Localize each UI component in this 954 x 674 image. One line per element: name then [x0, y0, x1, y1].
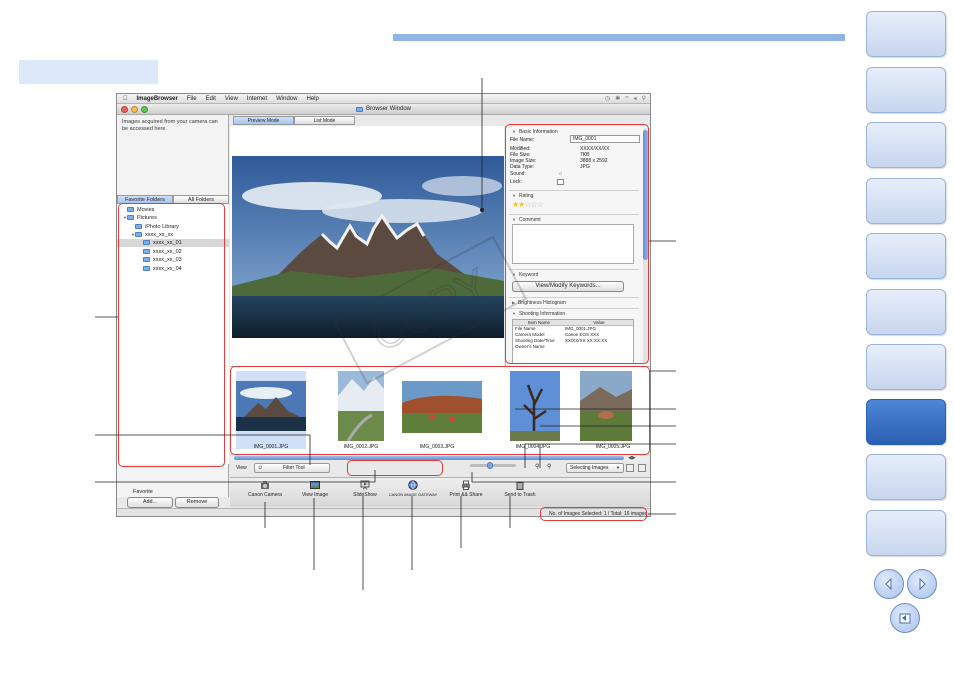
scroll-arrows-icon[interactable]: ◀▶ [628, 455, 636, 461]
arrow-left-icon [885, 577, 892, 591]
trash-icon [515, 480, 525, 490]
copy-watermark: COPY [330, 230, 530, 392]
nav-tab-5[interactable] [866, 233, 946, 279]
nav-tab-7[interactable] [866, 344, 946, 390]
wifi-icon: ≈ [625, 95, 629, 101]
filter-icon: ⚙ [258, 465, 263, 471]
menu-window[interactable]: Window [276, 96, 297, 102]
copy-watermark-graphic: COPY [332, 235, 528, 385]
slider-knob[interactable] [487, 462, 493, 469]
spotlight-icon[interactable]: ⚲ [642, 95, 646, 102]
nav-tab-8-active[interactable] [866, 399, 946, 445]
nav-tab-4[interactable] [866, 178, 946, 224]
nav-tab-9[interactable] [866, 454, 946, 500]
minimize-window-button[interactable] [131, 106, 138, 113]
callout-folder-area [118, 203, 225, 467]
tool-label: SlideShow [353, 492, 377, 498]
globe-icon [408, 480, 418, 490]
folder-icon [355, 106, 363, 112]
view-image-icon [310, 480, 320, 490]
favorite-label: Favorite [133, 489, 153, 495]
slideshow-icon [360, 480, 370, 490]
zoom-window-button[interactable] [141, 106, 148, 113]
canon-image-gateway-button[interactable]: CANON iMAGE GATEWAY [386, 480, 440, 497]
return-button[interactable] [890, 603, 920, 633]
tool-label: Print && Share [449, 492, 483, 498]
add-favorite-button[interactable]: Add... [127, 497, 173, 508]
view-label: View [236, 465, 247, 471]
watermark-text: COPY [364, 260, 497, 362]
menu-app[interactable]: ImageBrowser [137, 96, 178, 102]
next-page-button[interactable] [907, 569, 937, 599]
window-title: Browser Window [365, 106, 411, 112]
selecting-images-dropdown[interactable]: Selecting Images ▼ [566, 463, 624, 473]
callout-zoom-slider [347, 460, 443, 476]
chevron-down-icon: ▼ [616, 465, 620, 470]
return-icon [899, 613, 911, 624]
nav-tab-10[interactable] [866, 510, 946, 556]
tool-label: View Image [301, 492, 329, 498]
window-controls [121, 106, 148, 113]
title-bar: Browser Window [117, 104, 650, 115]
tool-label: CANON iMAGE GATEWAY [388, 492, 438, 497]
menu-view[interactable]: View [225, 96, 238, 102]
rotate-left-icon[interactable] [626, 464, 634, 472]
apple-icon[interactable]:  [123, 96, 128, 102]
rotate-right-icon[interactable] [638, 464, 646, 472]
view-image-button[interactable]: View Image [290, 480, 340, 498]
menu-file[interactable]: File [187, 96, 197, 102]
printer-icon [461, 480, 471, 490]
tab-list-mode[interactable]: List Mode [294, 116, 355, 125]
nav-tab-6[interactable] [866, 289, 946, 335]
tool-label: Send to Trash [504, 492, 536, 498]
menu-edit[interactable]: Edit [206, 96, 216, 102]
menu-help[interactable]: Help [306, 96, 318, 102]
send-to-trash-button[interactable]: Send to Trash [490, 480, 550, 498]
header-bar [393, 34, 845, 41]
tab-preview-mode[interactable]: Preview Mode [233, 116, 294, 125]
filter-tool-label: Filter Tool [283, 465, 305, 471]
close-window-button[interactable] [121, 106, 128, 113]
thumbnail-size-slider[interactable] [470, 462, 516, 469]
prev-page-button[interactable] [874, 569, 904, 599]
favorite-area: Favorite Add... Remove [117, 483, 229, 508]
info-toggle-icon[interactable] [650, 464, 651, 472]
view-mode-tabs: Preview Mode List Mode [233, 116, 355, 125]
menu-bar:  ImageBrowser File Edit View Internet W… [117, 94, 650, 104]
slideshow-button[interactable]: SlideShow [340, 480, 390, 498]
bluetooth-icon: ✱ [615, 96, 621, 102]
menu-extras: ◷ ✱ ≈ ◂ ⚲ [605, 95, 646, 102]
filter-tool-dropdown[interactable]: ⚙ Filter Tool [254, 463, 330, 473]
section-label [19, 60, 158, 84]
bottom-toolbar: Canon Camera View Image SlideShow CANON … [230, 477, 650, 507]
remove-favorite-button[interactable]: Remove [175, 497, 219, 508]
camera-info-text: Images acquired from your camera can be … [122, 119, 218, 132]
zoom-in-icon[interactable]: ⚲ [535, 463, 539, 470]
nav-tab-2[interactable] [866, 67, 946, 113]
zoom-out-icon[interactable]: ⚲ [547, 463, 551, 470]
camera-icon [260, 480, 270, 490]
clock-icon: ◷ [605, 96, 611, 102]
nav-tab-3[interactable] [866, 122, 946, 168]
menu-internet[interactable]: Internet [247, 96, 267, 102]
selecting-images-label: Selecting Images [570, 465, 609, 471]
callout-status [540, 507, 647, 521]
print-share-button[interactable]: Print && Share [436, 480, 496, 498]
nav-tab-1[interactable] [866, 11, 946, 57]
canon-camera-button[interactable]: Canon Camera [240, 480, 290, 498]
volume-icon: ◂ [633, 96, 637, 102]
tool-label: Canon Camera [248, 492, 282, 498]
arrow-right-icon [919, 577, 926, 591]
